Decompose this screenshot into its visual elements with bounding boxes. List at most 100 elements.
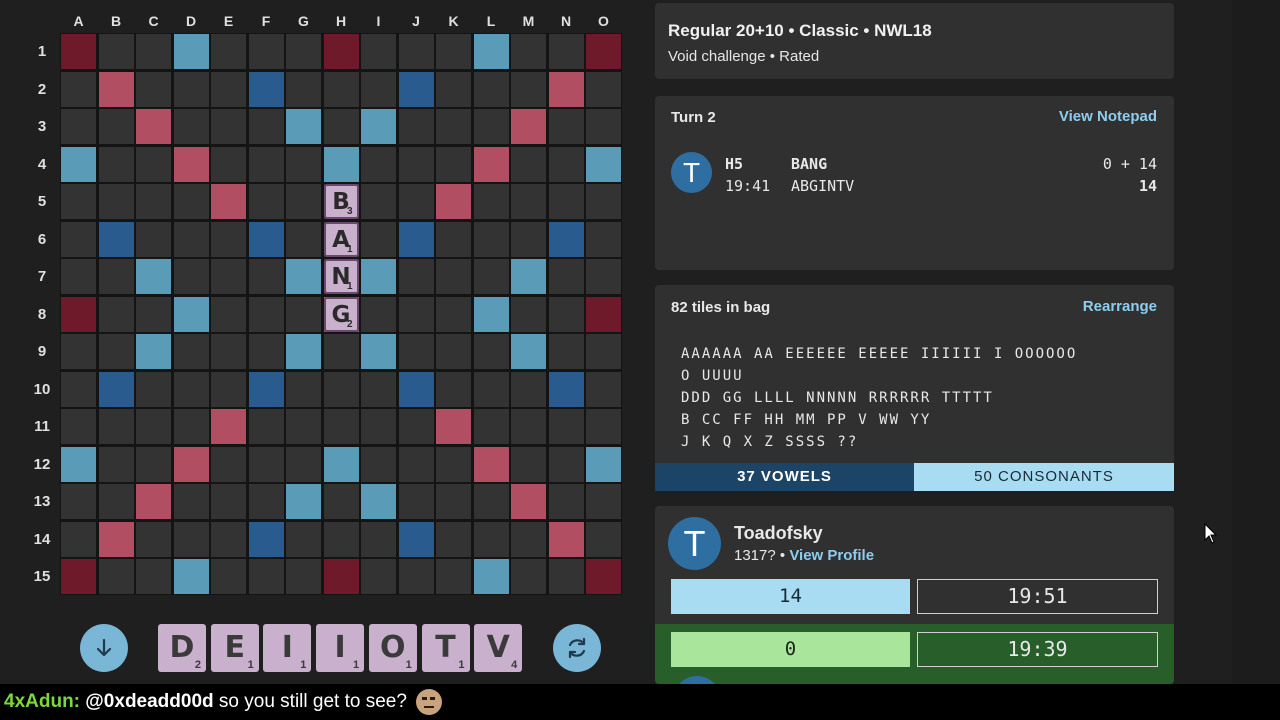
board-square[interactable] bbox=[98, 484, 134, 519]
board-square[interactable] bbox=[61, 334, 96, 369]
board-square[interactable] bbox=[361, 371, 396, 407]
board-square[interactable] bbox=[61, 109, 96, 144]
board-square[interactable] bbox=[286, 34, 321, 69]
board-square[interactable] bbox=[511, 559, 546, 594]
board-square[interactable] bbox=[323, 146, 359, 182]
board-square[interactable] bbox=[286, 484, 321, 519]
board-square[interactable] bbox=[361, 146, 396, 182]
board-square[interactable] bbox=[286, 259, 321, 294]
board-grid[interactable]: B3A1N1G2 bbox=[60, 33, 622, 595]
board-square[interactable] bbox=[323, 371, 359, 407]
board-square[interactable] bbox=[61, 521, 96, 557]
board-square[interactable] bbox=[586, 559, 621, 594]
board-square[interactable] bbox=[248, 334, 284, 369]
board-square[interactable] bbox=[286, 559, 321, 594]
board-square[interactable] bbox=[473, 146, 509, 182]
board-square[interactable] bbox=[323, 409, 359, 444]
board-square[interactable] bbox=[248, 446, 284, 482]
rack-tile[interactable]: O1 bbox=[368, 624, 417, 672]
board-square[interactable] bbox=[436, 34, 471, 69]
rack-tile[interactable]: I1 bbox=[316, 624, 365, 672]
board-square[interactable] bbox=[173, 446, 209, 482]
board-square[interactable] bbox=[286, 521, 321, 557]
board-square[interactable] bbox=[136, 409, 171, 444]
board-square[interactable] bbox=[436, 296, 471, 332]
board-square[interactable] bbox=[398, 559, 434, 594]
board-square[interactable] bbox=[548, 184, 584, 219]
board-square[interactable] bbox=[361, 221, 396, 257]
board-square[interactable] bbox=[136, 221, 171, 257]
board-square[interactable] bbox=[548, 296, 584, 332]
board-square[interactable] bbox=[586, 484, 621, 519]
board-square[interactable] bbox=[286, 334, 321, 369]
board-square[interactable] bbox=[248, 71, 284, 107]
board-square[interactable] bbox=[136, 371, 171, 407]
board-square[interactable] bbox=[248, 184, 284, 219]
board-square[interactable] bbox=[586, 334, 621, 369]
board-square[interactable] bbox=[286, 371, 321, 407]
board-square[interactable] bbox=[511, 146, 546, 182]
board-square[interactable] bbox=[173, 296, 209, 332]
board-square[interactable] bbox=[586, 34, 621, 69]
board-square[interactable] bbox=[398, 334, 434, 369]
board-square[interactable] bbox=[473, 296, 509, 332]
rearrange-link[interactable]: Rearrange bbox=[1083, 298, 1157, 315]
board-square[interactable] bbox=[361, 484, 396, 519]
board-square[interactable] bbox=[323, 34, 359, 69]
board-square[interactable] bbox=[361, 296, 396, 332]
board-square[interactable] bbox=[98, 259, 134, 294]
board-square[interactable] bbox=[173, 146, 209, 182]
board-square[interactable] bbox=[61, 184, 96, 219]
board-square[interactable] bbox=[586, 296, 621, 332]
board-square[interactable] bbox=[436, 184, 471, 219]
board-square[interactable] bbox=[248, 296, 284, 332]
board-square[interactable] bbox=[548, 559, 584, 594]
board-square[interactable] bbox=[286, 146, 321, 182]
board-square[interactable] bbox=[136, 446, 171, 482]
board-square[interactable] bbox=[211, 334, 246, 369]
board-square[interactable] bbox=[173, 71, 209, 107]
board-square[interactable] bbox=[211, 71, 246, 107]
board-square[interactable] bbox=[586, 259, 621, 294]
board-square[interactable] bbox=[98, 559, 134, 594]
board-square[interactable] bbox=[473, 221, 509, 257]
board-square[interactable] bbox=[98, 184, 134, 219]
board-square[interactable] bbox=[286, 446, 321, 482]
board-square[interactable] bbox=[511, 109, 546, 144]
board-square[interactable] bbox=[586, 221, 621, 257]
board-square[interactable] bbox=[323, 559, 359, 594]
board-square[interactable] bbox=[98, 109, 134, 144]
board-square[interactable] bbox=[61, 371, 96, 407]
board-square[interactable] bbox=[473, 34, 509, 69]
board-square[interactable] bbox=[398, 446, 434, 482]
board-square[interactable] bbox=[511, 409, 546, 444]
board-square[interactable] bbox=[398, 71, 434, 107]
board-square[interactable] bbox=[136, 109, 171, 144]
board-square[interactable] bbox=[211, 521, 246, 557]
board-square[interactable] bbox=[136, 184, 171, 219]
board-square[interactable] bbox=[473, 521, 509, 557]
board-square[interactable] bbox=[211, 109, 246, 144]
board-square[interactable] bbox=[173, 221, 209, 257]
board-square[interactable] bbox=[98, 446, 134, 482]
board-square[interactable] bbox=[286, 409, 321, 444]
board-square[interactable] bbox=[61, 34, 96, 69]
board-square[interactable] bbox=[586, 109, 621, 144]
board-square[interactable] bbox=[473, 409, 509, 444]
board-square[interactable] bbox=[361, 259, 396, 294]
board-square[interactable] bbox=[211, 184, 246, 219]
board-square[interactable] bbox=[398, 146, 434, 182]
board-square[interactable] bbox=[173, 334, 209, 369]
board-square[interactable] bbox=[511, 521, 546, 557]
board-square[interactable] bbox=[323, 446, 359, 482]
rack-tile[interactable]: E1 bbox=[210, 624, 259, 672]
board-square[interactable] bbox=[98, 334, 134, 369]
board-square[interactable] bbox=[361, 71, 396, 107]
board-square[interactable] bbox=[473, 71, 509, 107]
board-square[interactable] bbox=[211, 484, 246, 519]
swap-direction-button[interactable] bbox=[80, 624, 128, 672]
board-square[interactable] bbox=[398, 521, 434, 557]
board-square[interactable] bbox=[361, 34, 396, 69]
board-square[interactable] bbox=[248, 259, 284, 294]
board-square[interactable] bbox=[61, 446, 96, 482]
